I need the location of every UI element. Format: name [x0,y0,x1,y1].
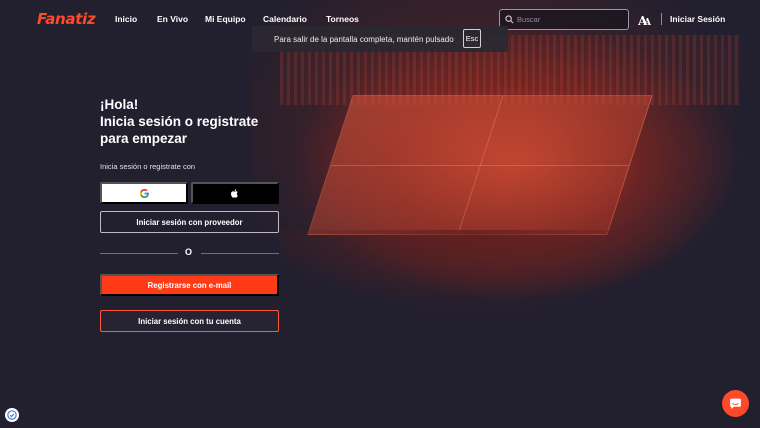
fullscreen-notice: Para salir de la pantalla completa, mant… [252,26,508,52]
account-login-button[interactable]: Iniciar sesión con tu cuenta [100,310,279,332]
privacy-badge[interactable] [5,408,19,422]
auth-subtitle: Inicia sesión o registrate con [100,162,196,171]
apple-icon [231,188,238,198]
apple-login-button[interactable] [191,182,279,204]
greeting-line-3: para empezar [100,131,188,146]
nav-item-inicio[interactable]: Inicio [115,14,137,24]
shield-check-icon [7,410,17,420]
afa-logo[interactable]: A A [637,11,654,32]
email-signup-button[interactable]: Registrarse con e-mail [100,274,279,296]
nav-item-mi-equipo[interactable]: Mi Equipo [205,14,246,24]
svg-text:A: A [643,18,652,28]
chat-button[interactable] [722,390,749,417]
fanatiz-logo[interactable]: Fanatiz [37,10,96,28]
crowd-silhouette [280,230,760,360]
fullscreen-notice-text: Para salir de la pantalla completa, mant… [274,34,454,44]
stadium-pitch [307,95,653,235]
auth-panel: ¡Hola! Inicia sesión o registrate para e… [100,96,280,332]
google-icon [139,188,149,198]
greeting-heading: ¡Hola! Inicia sesión o registrate para e… [100,96,280,147]
search-icon [505,15,514,24]
search-input[interactable] [517,15,617,24]
search-box[interactable] [499,9,629,30]
nav-item-calendario[interactable]: Calendario [263,14,307,24]
or-divider: O [100,247,279,259]
greeting-line-2: Inicia sesión o registrate [100,114,259,129]
greeting-line-1: ¡Hola! [100,97,139,112]
esc-key-badge: Esc [463,29,481,48]
nav-separator [661,13,662,25]
nav-item-en-vivo[interactable]: En Vivo [157,14,188,24]
provider-login-button[interactable]: Iniciar sesión con proveedor [100,211,279,233]
chat-icon [730,398,741,409]
or-divider-text: O [185,247,193,257]
nav-item-torneos[interactable]: Torneos [326,14,359,24]
google-login-button[interactable] [100,182,188,204]
login-link[interactable]: Iniciar Sesión [670,14,725,24]
